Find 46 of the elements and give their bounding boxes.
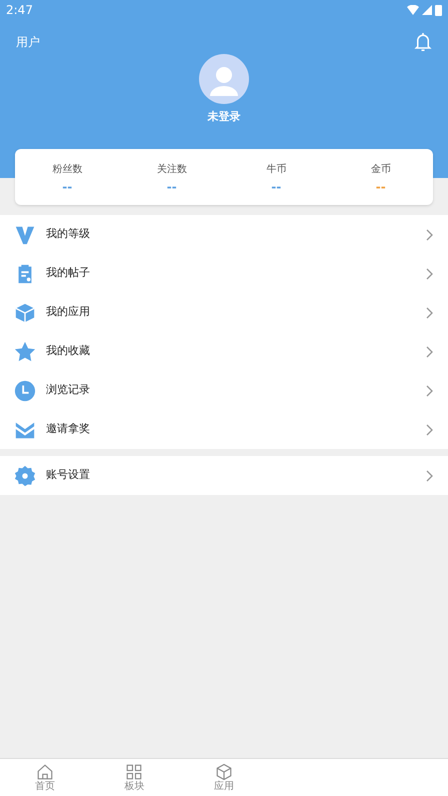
signal-icon <box>422 5 432 15</box>
chevron-right-icon <box>426 228 434 240</box>
menu-item[interactable]: 我的应用 <box>0 293 448 332</box>
nav-tab[interactable]: 板块 <box>90 759 180 796</box>
menu-label: 我的等级 <box>46 226 91 242</box>
menu-label: 邀请拿奖 <box>46 421 91 438</box>
stat-label: 牛币 <box>266 162 286 176</box>
nav-tab[interactable]: 首页 <box>0 759 90 796</box>
menu-label: 账号设置 <box>46 467 91 484</box>
page-title: 用户 <box>16 34 40 51</box>
stat-value: -- <box>271 180 282 192</box>
clock-icon <box>14 380 36 402</box>
chevron-right-icon <box>426 306 434 318</box>
settings-icon <box>14 464 36 486</box>
menu-item[interactable]: 浏览记录 <box>0 371 448 410</box>
chevron-right-icon <box>426 346 434 358</box>
chevron-right-icon <box>426 470 434 482</box>
cube-icon <box>14 302 36 324</box>
chevron-right-icon <box>426 384 434 396</box>
avatar-icon[interactable] <box>199 54 249 104</box>
menu-label: 我的应用 <box>46 304 91 320</box>
menu-item[interactable]: 邀请拿奖 <box>0 410 448 449</box>
star-icon <box>14 340 36 362</box>
grid-icon <box>125 763 144 781</box>
nav-tab[interactable]: 应用 <box>179 759 269 796</box>
stat-label: 关注数 <box>156 162 187 176</box>
menu-item[interactable]: 我的帖子 <box>0 254 448 293</box>
stat-value: -- <box>62 180 72 192</box>
wifi-icon <box>407 5 419 15</box>
stat-label: 粉丝数 <box>52 162 82 176</box>
stat-label: 金币 <box>370 162 391 176</box>
battery-icon <box>435 4 442 16</box>
bell-icon[interactable] <box>414 32 432 52</box>
cube-icon <box>214 763 233 781</box>
status-time: 2:47 <box>6 2 33 19</box>
home-icon <box>36 763 54 781</box>
menu-label: 我的帖子 <box>46 265 91 282</box>
menu-item[interactable]: 我的等级 <box>0 215 448 254</box>
menu-item[interactable]: 账号设置 <box>0 456 448 495</box>
menu-label: 浏览记录 <box>46 382 91 398</box>
stat-value: -- <box>376 180 386 192</box>
stat-value: -- <box>166 180 177 192</box>
chevron-right-icon <box>426 424 434 436</box>
chevron-right-icon <box>426 268 434 280</box>
menu-label: 我的收藏 <box>46 343 91 360</box>
menu-item[interactable]: 我的收藏 <box>0 332 448 371</box>
